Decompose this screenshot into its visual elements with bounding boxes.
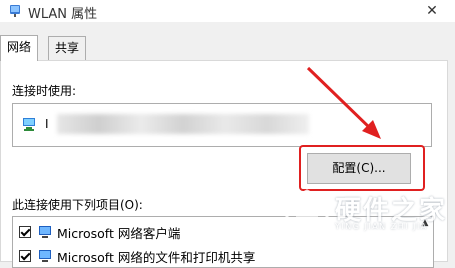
list-item[interactable]: Microsoft 网络的文件和打印机共享: [19, 247, 255, 265]
configure-button[interactable]: 配置(C)...: [307, 153, 411, 184]
connect-using-label: 连接时使用:: [12, 84, 77, 98]
tab-sharing[interactable]: 共享: [48, 36, 87, 60]
list-item[interactable]: Microsoft 网络客户端: [19, 223, 180, 241]
title-bar: WLAN 属性 ✕: [0, 0, 455, 22]
redacted-adapter-name: [57, 114, 309, 134]
scroll-up-arrow[interactable]: ▲: [418, 216, 432, 230]
close-button[interactable]: ✕: [409, 0, 455, 22]
network-client-icon: [39, 226, 51, 238]
wifi-adapter-icon: [10, 5, 20, 17]
item-checkbox[interactable]: [19, 250, 31, 262]
item-label: Microsoft 网络的文件和打印机共享: [57, 249, 256, 265]
item-label: Microsoft 网络客户端: [57, 225, 181, 241]
item-checkbox[interactable]: [19, 226, 31, 238]
adapter-name: I: [45, 117, 49, 131]
file-printer-sharing-icon: [39, 250, 51, 262]
tab-strip: 网络 共享: [0, 35, 455, 61]
items-label: 此连接使用下列项目(O):: [12, 198, 143, 212]
adapter-field: I: [12, 103, 432, 147]
close-icon: ✕: [426, 3, 438, 19]
items-list: Microsoft 网络客户端 Microsoft 网络的文件和打印机共享: [12, 216, 434, 268]
network-adapter-icon: [23, 118, 35, 131]
window-title: WLAN 属性: [28, 7, 98, 22]
tab-network[interactable]: 网络: [0, 35, 39, 61]
